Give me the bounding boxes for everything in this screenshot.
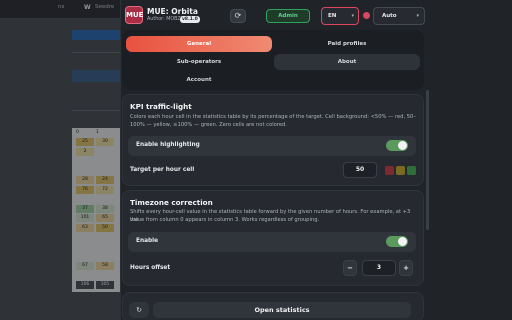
- reload-icon: ↻: [136, 306, 142, 314]
- hours-offset-label: Hours offset: [130, 265, 171, 271]
- chevron-down-icon: ▾: [416, 13, 419, 19]
- overlay-dim: [0, 0, 120, 320]
- timezone-toggle[interactable]: [386, 236, 408, 247]
- red-swatch: [385, 166, 394, 175]
- target-label: Target per hour cell: [130, 167, 195, 173]
- author-label: Author: MOBZU: [147, 17, 185, 22]
- reload-button[interactable]: ↻: [129, 302, 149, 318]
- version-badge: v8.1.0: [180, 16, 200, 23]
- app-logo: MUE: [125, 6, 143, 24]
- timezone-description-line-2: value from column 0 appears in column 3.…: [130, 217, 320, 223]
- toggle-knob: [398, 141, 407, 150]
- increment-button[interactable]: +: [399, 260, 413, 276]
- theme-value: Auto: [382, 13, 397, 19]
- admin-button[interactable]: Admin: [266, 9, 310, 23]
- language-indicator-icon: [363, 12, 370, 19]
- tab-paid-profiles[interactable]: Paid profiles: [274, 36, 420, 52]
- theme-select[interactable]: Auto ▾: [373, 7, 425, 25]
- extension-panel-side: [432, 0, 512, 320]
- tab-general[interactable]: General: [126, 36, 272, 52]
- language-select[interactable]: EN ▾: [321, 7, 359, 25]
- decrement-button[interactable]: −: [343, 260, 357, 276]
- refresh-icon: ⟳: [234, 11, 242, 20]
- timezone-enable-row: Enable: [128, 232, 416, 252]
- highlight-toggle[interactable]: [386, 140, 408, 151]
- hours-offset-input[interactable]: 3: [362, 260, 396, 276]
- refresh-button[interactable]: ⟳: [230, 9, 246, 23]
- language-value: EN: [328, 13, 337, 19]
- chevron-down-icon: ▾: [351, 13, 354, 19]
- highlight-label: Enable highlighting: [136, 142, 200, 148]
- tab-about[interactable]: About: [274, 54, 420, 70]
- panel-scrollbar[interactable]: [426, 90, 429, 230]
- green-swatch: [407, 166, 416, 175]
- open-statistics-button[interactable]: Open statistics: [153, 302, 411, 318]
- kpi-description-line-1: Colors each hour cell in the statistics …: [130, 114, 416, 120]
- tab-sub-operators[interactable]: Sub-operators: [126, 54, 272, 70]
- target-input[interactable]: 50: [343, 162, 377, 178]
- timezone-title: Timezone correction: [130, 198, 213, 207]
- kpi-title: KPI traffic-light: [130, 102, 192, 111]
- tab-account[interactable]: Account: [126, 72, 272, 88]
- kpi-description-line-2: 100% — yellow, ≥100% — green. Zero cells…: [130, 122, 287, 128]
- app-title: MUE: Orbita: [147, 7, 198, 16]
- yellow-swatch: [396, 166, 405, 175]
- background-page: ns W Seedre 0 1 25 30 2 28 24 76 72 37 38 101 65 63…: [0, 0, 120, 320]
- highlight-row: Enable highlighting: [128, 136, 416, 156]
- toggle-knob: [398, 237, 407, 246]
- timezone-enable-label: Enable: [136, 238, 159, 244]
